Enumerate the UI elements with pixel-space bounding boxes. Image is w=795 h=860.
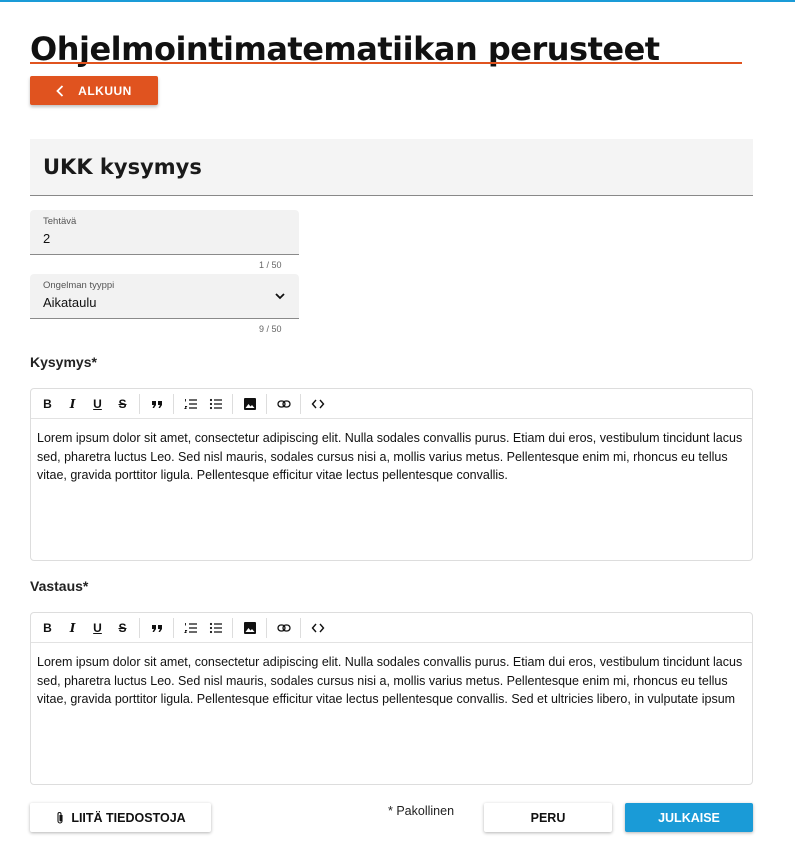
bold-icon[interactable]: B	[35, 392, 60, 416]
problem-type-value: Aikataulu	[43, 295, 97, 310]
problem-type-label: Ongelman tyyppi	[43, 280, 115, 291]
toolbar-separator	[266, 393, 267, 414]
title-underline	[30, 62, 742, 64]
chevron-down-icon[interactable]	[275, 293, 285, 300]
task-field[interactable]: Tehtävä 2	[30, 210, 299, 255]
toolbar-separator	[266, 617, 267, 638]
answer-toolbar: B I U S	[31, 613, 752, 643]
problem-type-select[interactable]: Ongelman tyyppi Aikataulu	[30, 274, 299, 319]
task-field-label: Tehtävä	[43, 216, 77, 227]
toolbar-separator	[232, 617, 233, 638]
blockquote-icon[interactable]	[144, 392, 169, 416]
link-icon[interactable]	[271, 616, 296, 640]
bullet-list-icon[interactable]	[203, 392, 228, 416]
ordered-list-icon[interactable]	[178, 392, 203, 416]
image-icon[interactable]	[237, 392, 262, 416]
ordered-list-icon[interactable]	[178, 616, 203, 640]
attach-files-label: LIITÄ TIEDOSTOJA	[71, 810, 186, 825]
question-editor[interactable]: B I U S Lorem ipsum dolor sit amet, cons…	[30, 388, 753, 561]
required-note: * Pakollinen	[388, 804, 455, 818]
chevron-left-icon	[56, 84, 64, 97]
toolbar-separator	[173, 617, 174, 638]
bullet-list-icon[interactable]	[203, 616, 228, 640]
strikethrough-icon[interactable]: S	[110, 392, 135, 416]
toolbar-separator	[232, 393, 233, 414]
question-text[interactable]: Lorem ipsum dolor sit amet, consectetur …	[31, 419, 752, 495]
question-toolbar: B I U S	[31, 389, 752, 419]
toolbar-separator	[139, 617, 140, 638]
task-field-counter: 1 / 50	[259, 260, 282, 270]
italic-icon[interactable]: I	[60, 392, 85, 416]
code-icon[interactable]	[305, 616, 330, 640]
top-accent-line	[0, 0, 795, 2]
toolbar-separator	[300, 617, 301, 638]
answer-label: Vastaus*	[30, 578, 89, 594]
toolbar-separator	[173, 393, 174, 414]
italic-icon[interactable]: I	[60, 616, 85, 640]
strikethrough-icon[interactable]: S	[110, 616, 135, 640]
answer-text[interactable]: Lorem ipsum dolor sit amet, consectetur …	[31, 643, 752, 719]
publish-button[interactable]: JULKAISE	[625, 803, 753, 832]
blockquote-icon[interactable]	[144, 616, 169, 640]
toolbar-separator	[300, 393, 301, 414]
code-icon[interactable]	[305, 392, 330, 416]
paperclip-icon	[57, 811, 63, 824]
image-icon[interactable]	[237, 616, 262, 640]
bold-icon[interactable]: B	[35, 616, 60, 640]
question-label: Kysymys*	[30, 354, 97, 370]
back-button[interactable]: ALKUUN	[30, 76, 158, 105]
back-button-label: ALKUUN	[78, 83, 132, 98]
answer-editor[interactable]: B I U S Lorem ipsum dolor sit amet, cons…	[30, 612, 753, 785]
link-icon[interactable]	[271, 392, 296, 416]
problem-type-counter: 9 / 50	[259, 324, 282, 334]
attach-files-button[interactable]: LIITÄ TIEDOSTOJA	[30, 803, 211, 832]
underline-icon[interactable]: U	[85, 616, 110, 640]
section-title: UKK kysymys	[43, 155, 202, 179]
underline-icon[interactable]: U	[85, 392, 110, 416]
section-header: UKK kysymys	[30, 139, 753, 196]
cancel-button[interactable]: PERU	[484, 803, 612, 832]
task-field-value[interactable]: 2	[43, 231, 50, 246]
toolbar-separator	[139, 393, 140, 414]
